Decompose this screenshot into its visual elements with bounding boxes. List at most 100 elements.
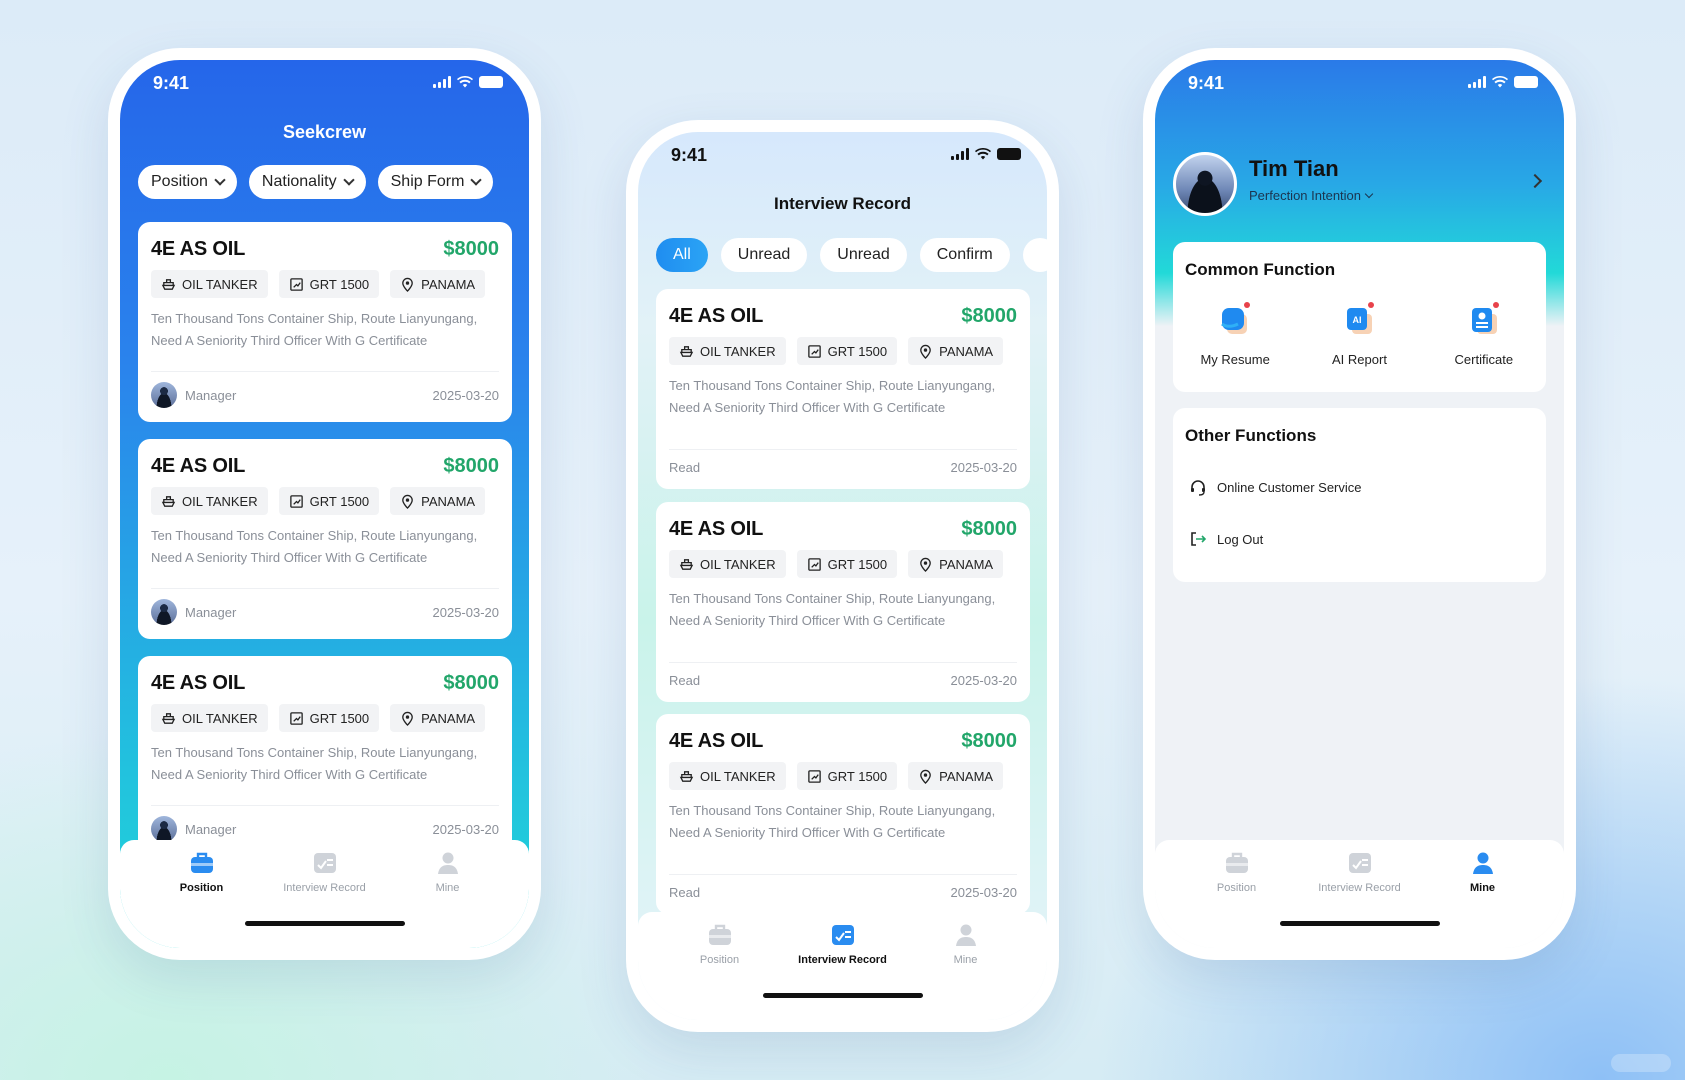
tab-interview-record[interactable]: Interview Record bbox=[1305, 850, 1415, 894]
tag-flag: PANAMA bbox=[908, 550, 1004, 578]
section-title: Common Function bbox=[1185, 260, 1336, 279]
read-status: Read bbox=[669, 673, 701, 688]
tab-position[interactable]: Position bbox=[665, 922, 775, 966]
filter-bar: Position Nationality Ship Form bbox=[138, 165, 494, 199]
tab-mine[interactable]: Mine bbox=[911, 922, 1021, 966]
job-card[interactable]: 4E AS OIL $8000 OIL TANKER GRT 1500 PANAM… bbox=[138, 439, 512, 639]
tag-ship-type: OIL TANKER bbox=[151, 704, 268, 732]
status-time: 9:41 bbox=[1188, 73, 1225, 93]
segment-confirm[interactable]: Confirm bbox=[919, 238, 1010, 272]
my-resume-button[interactable]: My Resume bbox=[1180, 302, 1290, 367]
ship-icon bbox=[161, 278, 176, 290]
ship-icon bbox=[161, 495, 176, 507]
tag-flag: PANAMA bbox=[908, 337, 1004, 365]
briefcase-icon bbox=[190, 852, 213, 873]
tag-flag: PANAMA bbox=[390, 704, 486, 732]
read-status: Read bbox=[669, 460, 701, 475]
chevron-down-icon bbox=[470, 174, 483, 186]
filter-label: Position bbox=[151, 173, 208, 190]
job-card[interactable]: 4E AS OIL $8000 OIL TANKER GRT 1500 PANAM… bbox=[138, 656, 512, 856]
intention-selector[interactable]: Perfection Intention bbox=[1249, 188, 1374, 203]
ship-icon bbox=[161, 712, 176, 724]
tab-interview-record[interactable]: Interview Record bbox=[270, 850, 380, 894]
log-out-item[interactable]: Log Out bbox=[1189, 530, 1263, 548]
status-tabs: All Unread Unread Confirm bbox=[656, 238, 1047, 272]
battery-icon bbox=[997, 148, 1021, 160]
home-indicator bbox=[244, 921, 405, 926]
tab-bar: Position Interview Record Mine bbox=[1155, 840, 1564, 948]
grt-icon bbox=[289, 277, 303, 291]
segment-more[interactable] bbox=[1022, 238, 1047, 272]
wifi-icon bbox=[1492, 76, 1508, 88]
tag-grt: GRT 1500 bbox=[278, 487, 380, 515]
wifi-icon bbox=[975, 148, 991, 160]
tab-position[interactable]: Position bbox=[1182, 850, 1292, 894]
segment-unread[interactable]: Unread bbox=[720, 238, 808, 272]
tab-position[interactable]: Position bbox=[147, 850, 257, 894]
segment-all[interactable]: All bbox=[656, 238, 708, 272]
grt-icon bbox=[807, 769, 821, 783]
status-bar: 9:41 bbox=[638, 132, 1047, 180]
tab-bar: Position Interview Record Mine bbox=[638, 912, 1047, 1020]
post-date: 2025-03-20 bbox=[432, 604, 500, 620]
tab-interview-record[interactable]: Interview Record bbox=[788, 922, 898, 966]
battery-icon bbox=[1514, 76, 1538, 88]
online-customer-service-item[interactable]: Online Customer Service bbox=[1189, 478, 1362, 496]
ai-report-button[interactable]: AI AI Report bbox=[1304, 302, 1414, 367]
record-icon bbox=[831, 925, 854, 945]
tab-mine[interactable]: Mine bbox=[393, 850, 503, 894]
record-date: 2025-03-20 bbox=[950, 673, 1018, 688]
filter-position[interactable]: Position bbox=[138, 165, 237, 199]
screen-mine: 9:41 Tim Tian Perfection Intention Commo… bbox=[1155, 60, 1564, 948]
post-date: 2025-03-20 bbox=[432, 821, 500, 837]
phone-interview-record: 9:41 Interview Record All Unread Unread … bbox=[626, 120, 1059, 1032]
certificate-icon bbox=[1471, 308, 1497, 334]
status-time: 9:41 bbox=[671, 145, 708, 165]
job-salary: $8000 bbox=[961, 517, 1017, 540]
profile-header[interactable]: Tim Tian Perfection Intention bbox=[1173, 152, 1546, 218]
record-icon bbox=[313, 853, 336, 873]
filter-label: Ship Form bbox=[390, 173, 465, 190]
job-title: 4E AS OIL bbox=[669, 304, 764, 327]
person-icon bbox=[1472, 852, 1493, 874]
tab-mine[interactable]: Mine bbox=[1428, 850, 1538, 894]
interview-card[interactable]: 4E AS OIL $8000 OIL TANKER GRT 1500 PANAM… bbox=[656, 502, 1030, 702]
job-salary: $8000 bbox=[443, 454, 499, 477]
certificate-button[interactable]: Certificate bbox=[1429, 302, 1539, 367]
status-bar: 9:41 bbox=[1155, 60, 1564, 108]
job-title: 4E AS OIL bbox=[151, 237, 246, 260]
interview-card[interactable]: 4E AS OIL $8000 OIL TANKER GRT 1500 PANAM… bbox=[656, 289, 1030, 489]
poster-role: Manager bbox=[185, 604, 237, 620]
common-function-card: Common Function My Resume AI AI Report Ce… bbox=[1173, 242, 1546, 392]
screen-position: 9:41 Seekcrew Position Nationality Ship … bbox=[120, 60, 529, 948]
filter-nationality[interactable]: Nationality bbox=[248, 165, 366, 199]
intention-label: Perfection Intention bbox=[1249, 188, 1362, 203]
read-status: Read bbox=[669, 885, 701, 900]
filter-ship-form[interactable]: Ship Form bbox=[377, 165, 494, 199]
page-title: Seekcrew bbox=[282, 122, 367, 142]
job-card[interactable]: 4E AS OIL $8000 OIL TANKER GRT 1500 PANAM… bbox=[138, 222, 512, 422]
phone-position: 9:41 Seekcrew Position Nationality Ship … bbox=[108, 48, 541, 960]
location-pin-icon bbox=[920, 344, 931, 359]
filter-label: Nationality bbox=[261, 173, 337, 190]
user-name: Tim Tian bbox=[1249, 156, 1339, 181]
location-pin-icon bbox=[402, 494, 413, 509]
grt-icon bbox=[289, 711, 303, 725]
signal-icon bbox=[1468, 76, 1486, 88]
interview-card[interactable]: 4E AS OIL $8000 OIL TANKER GRT 1500 PANAM… bbox=[656, 714, 1030, 914]
segment-unread-2[interactable]: Unread bbox=[820, 238, 907, 272]
tag-grt: GRT 1500 bbox=[796, 337, 898, 365]
chevron-right-icon[interactable] bbox=[1527, 173, 1543, 189]
other-functions-card: Other Functions Online Customer Service … bbox=[1173, 408, 1546, 582]
status-time: 9:41 bbox=[153, 73, 190, 93]
signal-icon bbox=[951, 148, 969, 160]
tag-ship-type: OIL TANKER bbox=[151, 270, 268, 298]
wifi-icon bbox=[457, 76, 473, 88]
grt-icon bbox=[289, 494, 303, 508]
tag-grt: GRT 1500 bbox=[796, 550, 898, 578]
record-date: 2025-03-20 bbox=[950, 885, 1018, 900]
job-description: Ten Thousand Tons Container Ship, Route … bbox=[151, 745, 478, 782]
job-description: Ten Thousand Tons Container Ship, Route … bbox=[151, 528, 478, 565]
poster-role: Manager bbox=[185, 821, 237, 837]
record-icon bbox=[1348, 853, 1371, 873]
